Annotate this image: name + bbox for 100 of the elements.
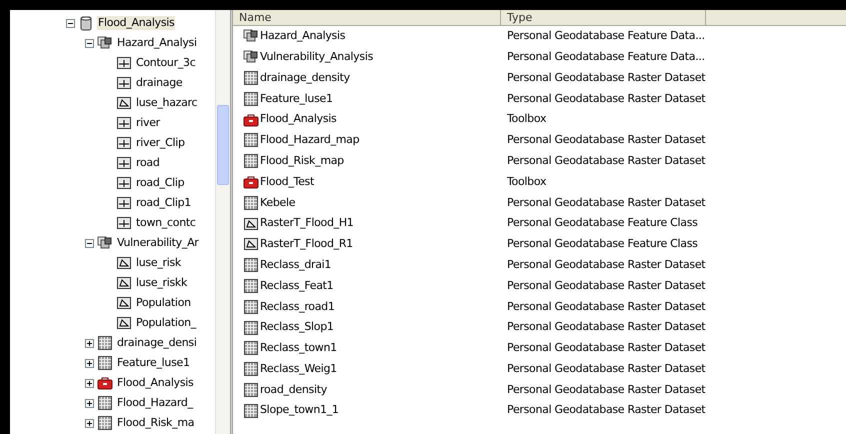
grid-icon [243, 382, 259, 398]
tree-item[interactable]: luse_riskk [135, 276, 188, 290]
tree-item[interactable]: road_Clip1 [135, 196, 192, 210]
stacked-squares-icon [243, 49, 259, 66]
grid-icon [243, 257, 259, 274]
grid-icon [243, 340, 259, 356]
item-name[interactable]: Slope_town1_1 [260, 402, 339, 419]
tree-item[interactable]: luse_hazarc [135, 96, 198, 110]
tree-item[interactable]: drainage_densi [116, 336, 198, 350]
item-name[interactable]: Reclass_Slop1 [260, 319, 334, 336]
collapse-icon[interactable] [85, 238, 94, 248]
item-name[interactable]: Kebele [260, 194, 296, 212]
item-type: Personal Geodatabase Raster Dataset [506, 256, 706, 273]
expand-icon[interactable] [85, 398, 94, 408]
tree-item[interactable]: drainage [135, 76, 184, 90]
scrollbar[interactable] [215, 10, 230, 434]
line-layer-icon [116, 135, 132, 151]
item-type: Toolbox [506, 111, 546, 128]
tree-item[interactable]: river_Clip [135, 136, 186, 150]
line-layer-icon [116, 155, 132, 171]
grid-icon [243, 361, 259, 378]
item-name[interactable]: Feature_luse1 [260, 90, 333, 108]
item-name[interactable]: Reclass_drai1 [260, 256, 332, 274]
expand-icon[interactable] [85, 418, 94, 428]
item-type: Personal Geodatabase Feature Data... [506, 28, 705, 44]
polygon-layer-icon [116, 95, 132, 111]
item-type: Personal Geodatabase Raster Dataset [506, 132, 706, 148]
item-name[interactable]: Flood_Test [260, 174, 314, 190]
polygon-layer-icon [116, 315, 132, 331]
stacked-squares-icon [97, 35, 113, 51]
item-name[interactable]: Flood_Risk_map [260, 152, 344, 170]
item-type: Personal Geodatabase Raster Dataset [506, 402, 706, 418]
item-name[interactable]: Vulnerability_Analysis [260, 48, 374, 66]
item-name[interactable]: Reclass_town1 [260, 340, 337, 357]
grid-icon [243, 153, 259, 170]
line-layer-icon [116, 195, 132, 211]
collapse-icon[interactable] [66, 18, 75, 28]
grid-icon [243, 132, 259, 148]
item-name[interactable]: road_density [260, 382, 327, 398]
item-name[interactable]: Flood_Hazard_map [260, 132, 360, 149]
item-type: Personal Geodatabase Raster Dataset [506, 152, 706, 169]
collapse-icon[interactable] [85, 38, 94, 48]
tree-item[interactable]: Flood_Analysis [116, 376, 194, 390]
line-layer-icon [116, 75, 132, 91]
item-type: Personal Geodatabase Raster Dataset [506, 360, 706, 377]
grid-icon [97, 395, 113, 411]
item-type: Personal Geodatabase Raster Dataset [506, 194, 706, 211]
column-header[interactable]: Type [501, 10, 706, 25]
tree-item[interactable]: Feature_luse1 [116, 356, 191, 370]
item-name[interactable]: Reclass_Feat1 [260, 278, 334, 294]
stacked-squares-icon [97, 235, 113, 251]
item-name[interactable]: RasterT_Flood_H1 [260, 215, 354, 232]
tree-item[interactable]: town_contc [135, 216, 197, 230]
item-name[interactable]: Flood_Analysis [260, 111, 336, 128]
grid-icon [97, 355, 113, 371]
item-type: Personal Geodatabase Feature Class [506, 236, 698, 252]
expand-icon[interactable] [85, 358, 94, 368]
scrollbar-thumb[interactable] [217, 105, 229, 185]
tree-item[interactable]: luse_risk [135, 256, 182, 270]
toolbox-icon [243, 112, 259, 128]
tree-item[interactable]: Flood_Analysis [97, 16, 176, 30]
tree-item[interactable]: road [135, 156, 161, 170]
tree-item[interactable]: Hazard_Analysi [116, 36, 198, 50]
tree-item[interactable]: Vulnerability_Ar [116, 236, 200, 250]
grid-icon [243, 194, 259, 211]
tree-item[interactable]: Population [135, 296, 192, 310]
grid-icon [243, 278, 259, 294]
item-type: Personal Geodatabase Feature Class [506, 215, 698, 232]
grid-icon [243, 70, 259, 86]
item-type: Toolbox [506, 174, 546, 190]
tree-item[interactable]: river [135, 116, 161, 130]
stacked-squares-icon [243, 28, 259, 44]
tree-item[interactable]: Flood_Risk_ma [116, 416, 196, 430]
polygon-layer-icon [243, 236, 259, 252]
item-name[interactable]: RasterT_Flood_R1 [260, 236, 353, 253]
item-type: Personal Geodatabase Raster Dataset [506, 340, 706, 356]
tree-item[interactable]: Flood_Hazard_ [116, 396, 194, 410]
item-name[interactable]: Hazard_Analysis [260, 28, 346, 45]
line-layer-icon [116, 115, 132, 131]
polygon-layer-icon [116, 295, 132, 311]
tree-item[interactable]: road_Clip [135, 176, 186, 190]
item-name[interactable]: drainage_density [260, 70, 350, 86]
tree-item[interactable]: Population_ [135, 316, 197, 330]
database-icon [78, 15, 94, 31]
grid-icon [243, 402, 259, 419]
item-type: Personal Geodatabase Raster Dataset [506, 298, 706, 314]
tree-item[interactable]: Contour_3c [135, 56, 196, 70]
polygon-layer-icon [116, 255, 132, 271]
polygon-layer-icon [243, 216, 259, 232]
expand-icon[interactable] [85, 338, 94, 348]
item-name[interactable]: Reclass_road1 [260, 298, 335, 315]
line-layer-icon [116, 55, 132, 71]
expand-icon[interactable] [85, 378, 94, 388]
item-type: Personal Geodatabase Raster Dataset [506, 319, 706, 336]
column-header[interactable]: Name [233, 10, 501, 25]
grid-icon [243, 320, 259, 336]
line-layer-icon [116, 175, 132, 191]
line-layer-icon [116, 215, 132, 231]
item-name[interactable]: Reclass_Weig1 [260, 360, 337, 378]
toolbox-icon [97, 375, 113, 391]
